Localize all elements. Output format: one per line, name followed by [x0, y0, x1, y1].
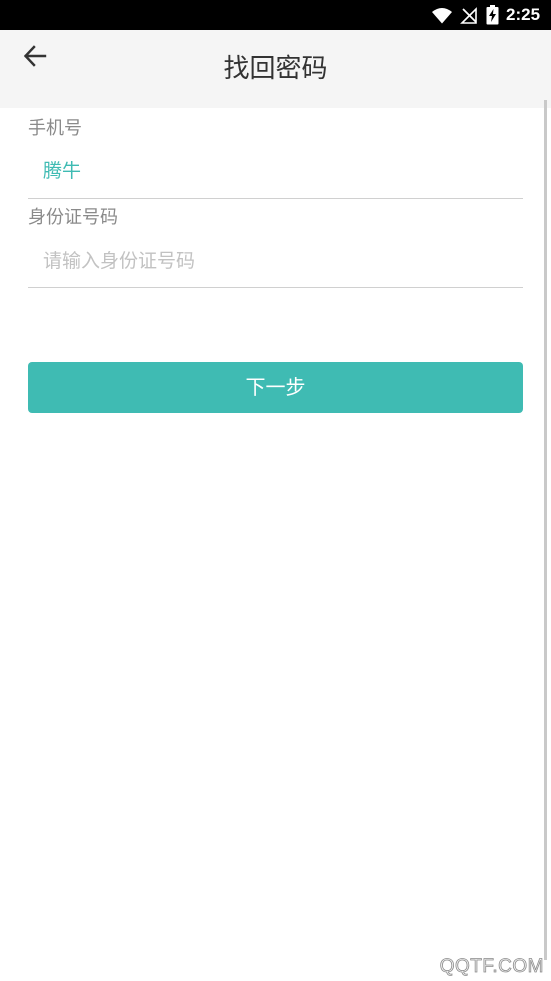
- scroll-indicator[interactable]: [544, 100, 547, 960]
- screen: 2:25 找回密码 手机号 身份证号码 下一步 QQTF.COM: [0, 0, 551, 981]
- phone-label: 手机号: [28, 118, 82, 139]
- wifi-icon: [431, 7, 453, 24]
- status-time: 2:25: [506, 5, 541, 24]
- divider: [28, 287, 523, 288]
- battery-charging-icon: [486, 5, 499, 25]
- no-signal-icon: [460, 7, 478, 24]
- next-button[interactable]: 下一步: [28, 362, 523, 413]
- id-card-input[interactable]: [43, 247, 513, 275]
- divider: [28, 198, 523, 199]
- status-bar: 2:25: [0, 0, 551, 30]
- header: 找回密码: [0, 30, 551, 108]
- id-card-label: 身份证号码: [28, 207, 118, 228]
- page-title: 找回密码: [223, 54, 328, 84]
- watermark: QQTF.COM: [439, 956, 544, 978]
- phone-input[interactable]: [43, 157, 513, 185]
